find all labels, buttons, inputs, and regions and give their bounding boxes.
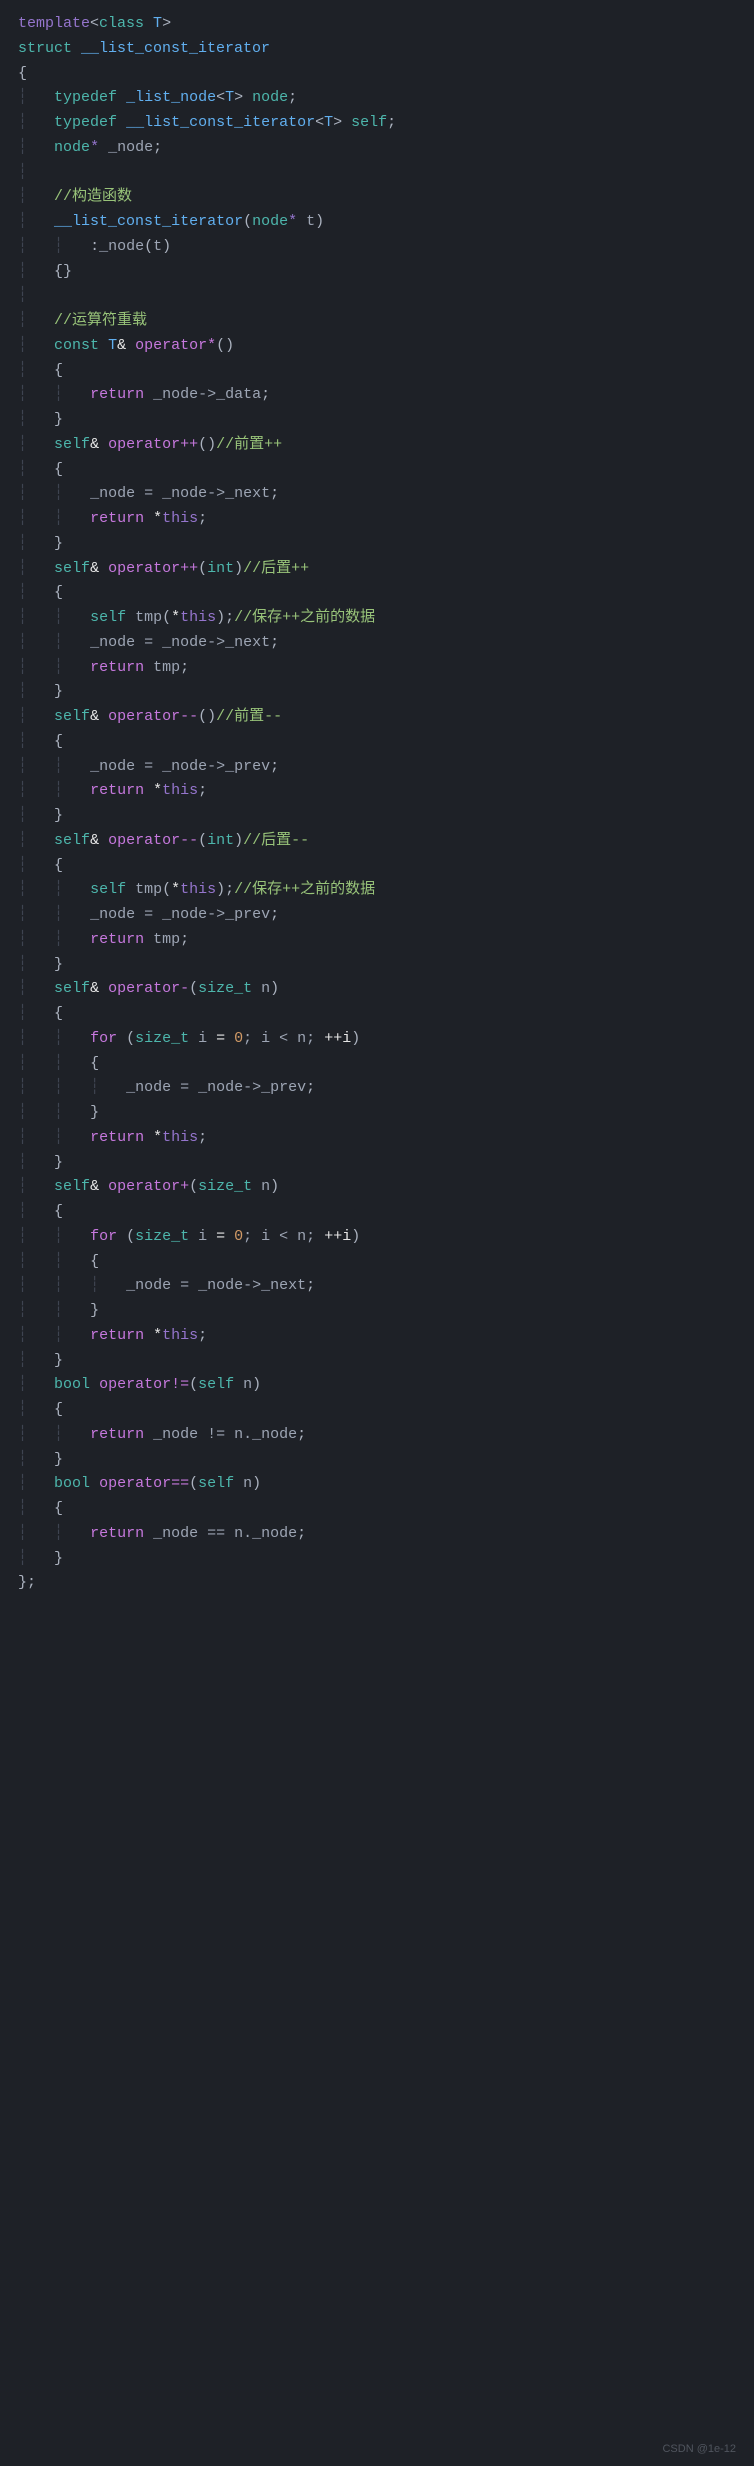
keyword-template: template [18, 15, 90, 32]
operator-plus: operator+ [99, 1178, 189, 1195]
operator-predecrement: operator-- [99, 708, 198, 725]
struct-name: __list_const_iterator [72, 40, 270, 57]
comment-constructor: //构造函数 [54, 188, 132, 205]
constructor-name: __list_const_iterator [54, 213, 243, 230]
operator-preincrement: operator++ [99, 436, 198, 453]
keyword-class: class [99, 15, 144, 32]
keyword-struct: struct [18, 40, 72, 57]
operator-star: operator* [126, 337, 216, 354]
operator-postdecrement: operator-- [99, 832, 198, 849]
watermark: CSDN @1e-12 [662, 2440, 736, 2458]
operator-postincrement: operator++ [99, 560, 198, 577]
operator-minus: operator- [99, 980, 189, 997]
comment-operator-overload: //运算符重载 [54, 312, 147, 329]
operator-not-equal: operator!= [90, 1376, 189, 1393]
code-block: template<class T> struct __list_const_it… [0, 0, 754, 1608]
operator-equal: operator== [90, 1475, 189, 1492]
